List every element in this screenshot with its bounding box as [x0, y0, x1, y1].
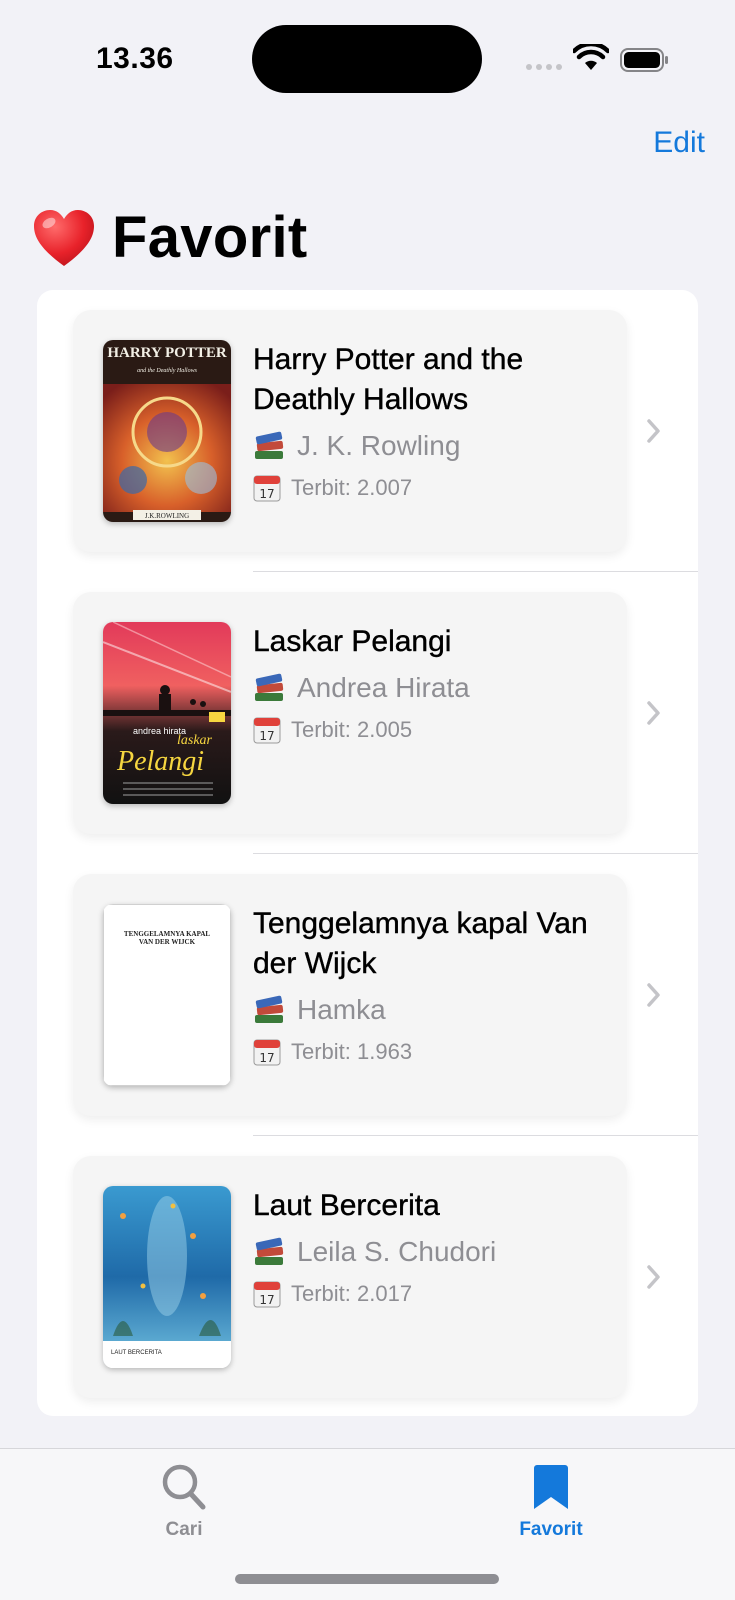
book-author: Andrea Hirata: [297, 672, 470, 703]
book-cover: HARRY POTTER and the Deathly Hallows J.K…: [103, 340, 231, 522]
calendar-icon: 17: [253, 717, 281, 744]
book-published: Terbit: 1.963: [291, 1039, 413, 1064]
books-icon: [255, 995, 284, 1023]
book-card: LAUT BERCERITA Laut Bercerita Leila S. C…: [73, 1156, 627, 1398]
list-item[interactable]: andrea hirata laskar Pelangi Laskar Pela…: [37, 572, 698, 854]
cover-title: LAUT BERCERITA: [111, 1350, 162, 1356]
cover-title: TENGGELAMNYA KAPAL: [124, 930, 210, 938]
status-time: 13.36: [96, 42, 174, 75]
tab-cari[interactable]: Cari: [84, 1449, 284, 1559]
book-info: Harry Potter and the Deathly Hallows J. …: [253, 340, 613, 502]
books-icon: [255, 431, 284, 459]
books-icon: [255, 673, 284, 701]
chevron-right-icon: [647, 419, 660, 443]
svg-text:17: 17: [259, 1051, 274, 1065]
screen: 13.36 Edit Favorit HARRY POTTER and the …: [0, 0, 735, 1600]
chevron-right-icon: [647, 983, 660, 1007]
book-cover: LAUT BERCERITA: [103, 1186, 231, 1368]
book-title: Tenggelamnya kapal Van der Wijck: [253, 907, 588, 980]
cover-subtitle: VAN DER WIJCK: [139, 938, 196, 946]
book-info: Laut Bercerita Leila S. Chudori 17 Terbi…: [253, 1186, 613, 1308]
cellular-signal-icon: [526, 64, 562, 70]
book-title: Harry Potter and the Deathly Hallows: [253, 343, 524, 416]
tab-favorit[interactable]: Favorit: [451, 1449, 651, 1559]
home-indicator[interactable]: [235, 1574, 499, 1584]
book-author: J. K. Rowling: [297, 430, 461, 461]
book-card: HARRY POTTER and the Deathly Hallows J.K…: [73, 310, 627, 552]
heart-icon: [34, 209, 94, 266]
book-published: Terbit: 2.005: [291, 717, 413, 742]
cover-author: J.K.ROWLING: [145, 512, 189, 520]
favorites-list: HARRY POTTER and the Deathly Hallows J.K…: [37, 290, 698, 1416]
book-info: Laskar Pelangi Andrea Hirata 17 Terbit: …: [253, 622, 613, 744]
chevron-right-icon: [647, 701, 660, 725]
battery-icon: [620, 48, 668, 72]
page-title-text: Favorit: [112, 205, 308, 270]
bookmark-icon: [534, 1465, 568, 1509]
book-author: Leila S. Chudori: [297, 1236, 497, 1267]
edit-button[interactable]: Edit: [653, 126, 705, 160]
book-published: Terbit: 2.017: [291, 1281, 413, 1306]
cover-title-large: Pelangi: [116, 746, 204, 777]
svg-text:17: 17: [259, 1293, 274, 1307]
wifi-icon: [573, 44, 609, 70]
cover-title: HARRY POTTER: [107, 345, 227, 361]
list-item[interactable]: TENGGELAMNYA KAPAL VAN DER WIJCK Tenggel…: [37, 854, 698, 1136]
book-title: Laskar Pelangi: [253, 625, 452, 658]
book-info: Tenggelamnya kapal Van der Wijck Hamka 1…: [253, 904, 613, 1066]
page-title: Favorit: [32, 204, 307, 271]
search-icon: [162, 1464, 206, 1510]
book-cover: TENGGELAMNYA KAPAL VAN DER WIJCK: [103, 904, 231, 1086]
calendar-icon: 17: [253, 475, 281, 502]
cover-subtitle: and the Deathly Hallows: [137, 368, 197, 374]
svg-text:17: 17: [259, 729, 274, 743]
book-card: TENGGELAMNYA KAPAL VAN DER WIJCK Tenggel…: [73, 874, 627, 1116]
list-item[interactable]: LAUT BERCERITA Laut Bercerita Leila S. C…: [37, 1136, 698, 1416]
list-item[interactable]: HARRY POTTER and the Deathly Hallows J.K…: [37, 290, 698, 572]
tab-label: Favorit: [519, 1519, 583, 1540]
chevron-right-icon: [647, 1265, 660, 1289]
book-card: andrea hirata laskar Pelangi Laskar Pela…: [73, 592, 627, 834]
tab-label: Cari: [165, 1519, 203, 1540]
book-author: Hamka: [297, 994, 386, 1025]
calendar-icon: 17: [253, 1039, 281, 1066]
book-cover: andrea hirata laskar Pelangi: [103, 622, 231, 804]
calendar-icon: 17: [253, 1281, 281, 1308]
dynamic-island: [252, 25, 482, 93]
books-icon: [255, 1237, 284, 1265]
svg-text:17: 17: [259, 487, 274, 501]
book-title: Laut Bercerita: [253, 1189, 440, 1222]
book-published: Terbit: 2.007: [291, 475, 413, 500]
